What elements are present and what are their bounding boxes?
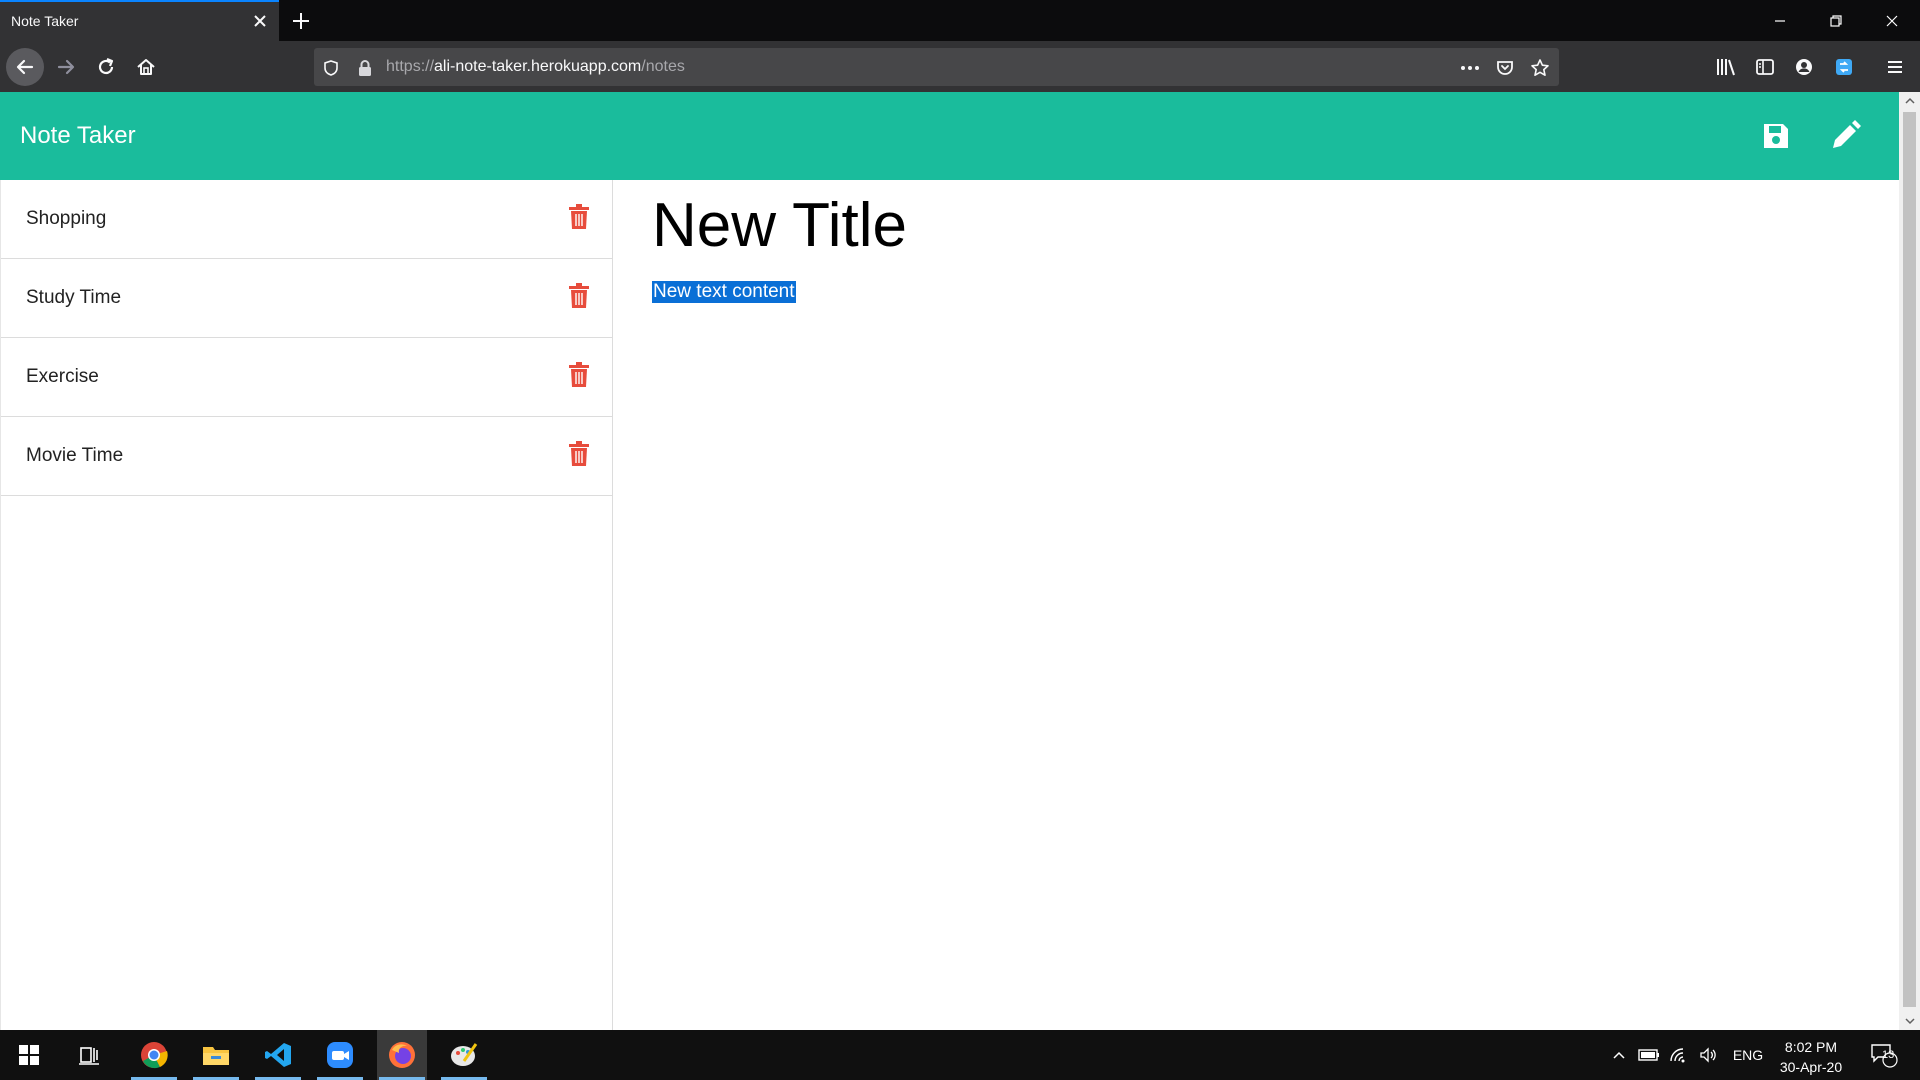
scroll-down-icon[interactable] bbox=[1899, 1012, 1920, 1030]
app-header: Note Taker bbox=[0, 92, 1899, 180]
list-item[interactable]: Movie Time bbox=[1, 417, 613, 496]
clock-time: 8:02 PM bbox=[1784, 1039, 1838, 1055]
file-explorer-icon[interactable] bbox=[191, 1030, 241, 1080]
paint-icon[interactable] bbox=[439, 1030, 489, 1080]
sidebar-toggle-icon[interactable] bbox=[1753, 55, 1777, 79]
tab-title: Note Taker bbox=[11, 13, 79, 29]
system-clock[interactable]: 8:02 PM 30-Apr-20 bbox=[1766, 1037, 1856, 1077]
app-brand[interactable]: Note Taker bbox=[20, 122, 136, 150]
firefox-icon[interactable] bbox=[377, 1030, 427, 1080]
shield-icon[interactable] bbox=[320, 57, 342, 79]
trash-icon[interactable] bbox=[566, 281, 592, 311]
note-title: Study Time bbox=[26, 287, 122, 308]
notification-center-icon[interactable]: 13 bbox=[1862, 1030, 1906, 1080]
close-window-icon[interactable] bbox=[1864, 0, 1920, 41]
minimize-icon[interactable] bbox=[1752, 0, 1808, 41]
url-bar[interactable]: https://ali-note-taker.herokuapp.com/not… bbox=[314, 48, 1559, 86]
chrome-icon[interactable] bbox=[129, 1030, 179, 1080]
browser-tab-strip: Note Taker bbox=[0, 0, 1920, 41]
close-tab-icon[interactable] bbox=[249, 10, 271, 32]
restore-icon[interactable] bbox=[1808, 0, 1864, 41]
extension-icon[interactable] bbox=[1832, 55, 1856, 79]
task-view-icon[interactable] bbox=[64, 1030, 114, 1080]
volume-icon[interactable] bbox=[1694, 1030, 1724, 1080]
notes-list: Shopping Study Time Exercise Movie Time bbox=[0, 180, 613, 1030]
url-path: /notes bbox=[641, 58, 685, 75]
url-text: https://ali-note-taker.herokuapp.com/not… bbox=[386, 58, 685, 76]
url-host: ali-note-taker.herokuapp.com bbox=[434, 58, 642, 75]
taskbar: ENG 8:02 PM 30-Apr-20 13 bbox=[0, 1030, 1920, 1080]
bookmark-star-icon[interactable] bbox=[1529, 57, 1551, 79]
zoom-icon[interactable] bbox=[315, 1030, 365, 1080]
trash-icon[interactable] bbox=[566, 202, 592, 232]
save-icon[interactable] bbox=[1756, 116, 1796, 156]
clock-date: 30-Apr-20 bbox=[1779, 1059, 1843, 1075]
library-icon[interactable] bbox=[1714, 55, 1738, 79]
note-title: Shopping bbox=[26, 208, 107, 229]
battery-icon[interactable] bbox=[1634, 1030, 1664, 1080]
more-actions-icon[interactable] bbox=[1459, 57, 1481, 79]
forward-icon[interactable] bbox=[47, 48, 85, 86]
browser-toolbar: https://ali-note-taker.herokuapp.com/not… bbox=[0, 41, 1920, 92]
back-icon[interactable] bbox=[6, 48, 44, 86]
note-editor: New Title New text content bbox=[652, 180, 1852, 880]
notification-count: 13 bbox=[1882, 1049, 1895, 1061]
home-icon[interactable] bbox=[127, 48, 165, 86]
pencil-icon[interactable] bbox=[1825, 116, 1865, 156]
url-scheme: https:// bbox=[386, 58, 435, 75]
scrollbar-thumb[interactable] bbox=[1903, 112, 1916, 1007]
wifi-icon[interactable] bbox=[1664, 1030, 1694, 1080]
account-icon[interactable] bbox=[1792, 55, 1816, 79]
browser-tab[interactable]: Note Taker bbox=[0, 0, 279, 41]
note-title: Exercise bbox=[26, 366, 99, 387]
trash-icon[interactable] bbox=[566, 360, 592, 390]
language-indicator[interactable]: ENG bbox=[1728, 1030, 1768, 1080]
list-item[interactable]: Shopping bbox=[1, 180, 613, 259]
note-title-input[interactable]: New Title bbox=[652, 190, 907, 261]
windows-start-icon[interactable] bbox=[4, 1030, 54, 1080]
scroll-up-icon[interactable] bbox=[1899, 92, 1920, 110]
chevron-up-icon[interactable] bbox=[1604, 1030, 1634, 1080]
reload-icon[interactable] bbox=[87, 48, 125, 86]
new-tab-icon[interactable] bbox=[288, 8, 314, 34]
trash-icon[interactable] bbox=[566, 439, 592, 469]
lock-icon[interactable] bbox=[354, 57, 376, 79]
pocket-icon[interactable] bbox=[1494, 57, 1516, 79]
page-content: Note Taker Shopping Study Time Exercise bbox=[0, 92, 1899, 1030]
hamburger-menu-icon[interactable] bbox=[1883, 55, 1907, 79]
note-title: Movie Time bbox=[26, 445, 124, 466]
page-scrollbar[interactable] bbox=[1899, 92, 1920, 1030]
vscode-icon[interactable] bbox=[253, 1030, 303, 1080]
list-item[interactable]: Exercise bbox=[1, 338, 613, 417]
list-item[interactable]: Study Time bbox=[1, 259, 613, 338]
note-text-area[interactable]: New text content bbox=[652, 281, 796, 303]
